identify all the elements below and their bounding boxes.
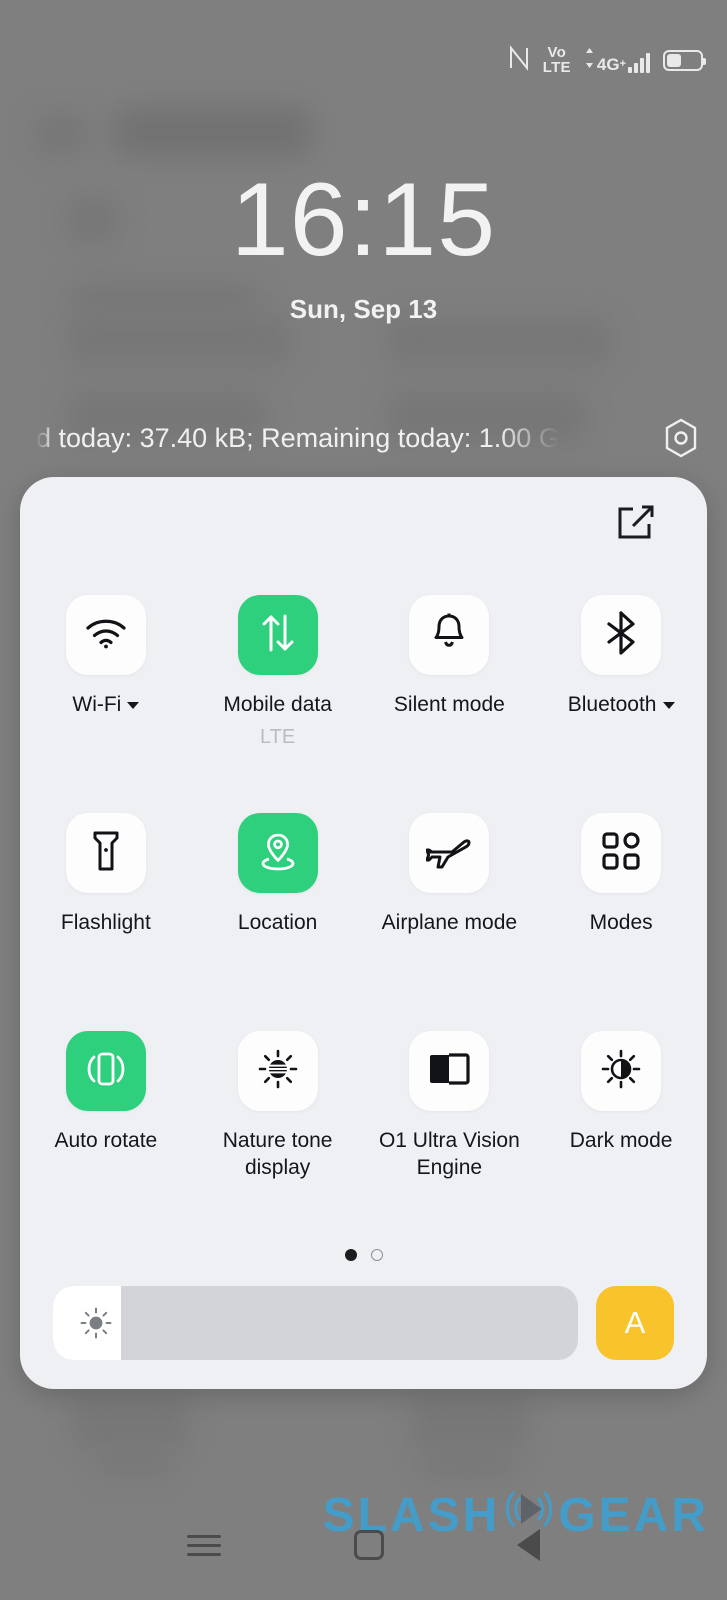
tile-nature-tone-display[interactable]: Nature tone display [192, 1031, 364, 1249]
hexagon-settings-icon[interactable] [659, 416, 703, 460]
network-type-icon: 4G + [584, 47, 650, 73]
clock-date: Sun, Sep 13 [289, 294, 438, 324]
tile-location-label-row: Location [238, 910, 317, 937]
quick-settings-panel: Wi-Fi Mobile data LTE Silent mode Blueto… [20, 477, 707, 1389]
tile-o1-ultra-vision-engine-button[interactable] [409, 1031, 490, 1111]
data-usage-row: d today: 37.40 kB; Remaining today: 1.00… [0, 415, 727, 461]
lockscreen-clock: 16:15 Sun, Sep 13 [0, 168, 727, 325]
tile-bluetooth[interactable]: Bluetooth [535, 595, 707, 813]
volte-top-text: Vo [547, 44, 567, 61]
tile-modes-button[interactable] [581, 813, 662, 893]
tile-bluetooth-button[interactable] [581, 595, 662, 675]
tile-label: Flashlight [60, 911, 151, 934]
tile-mobile-data-label-row: Mobile data [223, 692, 332, 719]
nature-tone-icon [256, 1047, 300, 1096]
data-transfer-icon [258, 612, 298, 659]
battery-icon [663, 49, 706, 71]
volte-icon: Vo LTE [543, 45, 571, 75]
brightness-row: A [53, 1285, 674, 1361]
tile-auto-rotate[interactable]: Auto rotate [20, 1031, 192, 1249]
volte-bottom-text: LTE [542, 59, 571, 76]
data-arrows-icon [584, 47, 595, 73]
tile-modes[interactable]: Modes [535, 813, 707, 1031]
sun-icon [79, 1306, 113, 1340]
split-screen-icon [427, 1052, 471, 1091]
page-dot-active[interactable] [344, 1249, 357, 1261]
tile-airplane-mode-button[interactable] [409, 813, 490, 893]
tile-modes-label-row: Modes [590, 910, 653, 937]
tile-auto-rotate-button[interactable] [65, 1031, 146, 1111]
tile-location[interactable]: Location [192, 813, 364, 1031]
tile-label: Airplane mode [381, 911, 518, 934]
tile-label: Bluetooth [567, 693, 657, 716]
tile-silent-mode[interactable]: Silent mode [364, 595, 536, 813]
tile-silent-mode-label-row: Silent mode [394, 692, 505, 719]
home-square-icon[interactable] [353, 1530, 384, 1560]
auto-rotate-icon [83, 1048, 129, 1095]
tile-nature-tone-display-button[interactable] [237, 1031, 318, 1111]
tile-airplane-mode[interactable]: Airplane mode [364, 813, 536, 1031]
location-pin-icon [257, 830, 299, 877]
tile-o1-ultra-vision-engine[interactable]: O1 Ultra Vision Engine [364, 1031, 536, 1249]
bell-icon [431, 612, 467, 659]
auto-brightness-button[interactable]: A [596, 1286, 674, 1360]
tile-wifi[interactable]: Wi-Fi [20, 595, 192, 813]
recents-menu-icon[interactable] [186, 1529, 221, 1562]
chevron-down-icon[interactable] [662, 702, 675, 709]
network-label: 4G [596, 54, 620, 74]
bluetooth-icon [604, 610, 638, 660]
tile-bluetooth-label-row: Bluetooth [568, 692, 675, 719]
tile-wifi-button[interactable] [65, 595, 146, 675]
flashlight-icon [91, 829, 121, 878]
clock-time: 16:15 [230, 162, 497, 278]
tile-auto-rotate-label-row: Auto rotate [55, 1128, 158, 1155]
page-indicator [20, 1249, 707, 1261]
tile-nature-tone-display-label-row: Nature tone display [204, 1128, 352, 1182]
navigation-bar [0, 1490, 727, 1600]
tile-mobile-data-button[interactable] [237, 595, 318, 675]
network-plus: + [619, 57, 626, 70]
network-label-wrap: 4G + [597, 56, 626, 73]
tile-label: Mobile data [223, 693, 332, 716]
tile-silent-mode-button[interactable] [409, 595, 490, 675]
tile-label: Dark mode [569, 1129, 673, 1152]
nfc-icon [508, 44, 530, 76]
brightness-slider[interactable] [53, 1286, 578, 1360]
back-triangle-icon[interactable] [517, 1529, 541, 1561]
tile-dark-mode-label-row: Dark mode [570, 1128, 673, 1155]
tile-dark-mode-button[interactable] [581, 1031, 662, 1111]
tile-label: Silent mode [393, 693, 505, 716]
tile-label: Wi-Fi [72, 693, 122, 716]
tile-mobile-data-sublabel: LTE [260, 725, 296, 748]
tile-label: Nature tone display [222, 1129, 333, 1179]
tile-mobile-data[interactable]: Mobile data LTE [192, 595, 364, 813]
grid-modes-icon [601, 831, 641, 876]
tile-flashlight-button[interactable] [65, 813, 146, 893]
tile-airplane-mode-label-row: Airplane mode [382, 910, 517, 937]
phone-screen: Vo LTE 4G + 16:15 Sun, Sep 13 d today: 3… [0, 0, 727, 1600]
tile-flashlight[interactable]: Flashlight [20, 813, 192, 1031]
chevron-down-icon[interactable] [127, 702, 140, 709]
tile-o1-ultra-vision-engine-label-row: O1 Ultra Vision Engine [375, 1128, 523, 1182]
tile-dark-mode[interactable]: Dark mode [535, 1031, 707, 1249]
tile-label: Location [237, 911, 318, 934]
data-usage-text: d today: 37.40 kB; Remaining today: 1.00… [36, 422, 560, 453]
status-bar: Vo LTE 4G + [0, 0, 727, 120]
signal-bars-icon [628, 52, 650, 73]
quick-settings-tiles: Wi-Fi Mobile data LTE Silent mode Blueto… [20, 595, 707, 1249]
page-dot-inactive[interactable] [370, 1249, 383, 1261]
tile-label: O1 Ultra Vision Engine [378, 1129, 520, 1179]
tile-flashlight-label-row: Flashlight [61, 910, 151, 937]
edit-square-icon[interactable] [615, 503, 655, 543]
wifi-icon [85, 616, 127, 655]
airplane-icon [425, 831, 472, 876]
tile-location-button[interactable] [237, 813, 318, 893]
half-sun-icon [599, 1047, 643, 1096]
tile-label: Auto rotate [54, 1129, 158, 1152]
tile-wifi-label-row: Wi-Fi [72, 692, 140, 719]
tile-label: Modes [589, 911, 653, 934]
